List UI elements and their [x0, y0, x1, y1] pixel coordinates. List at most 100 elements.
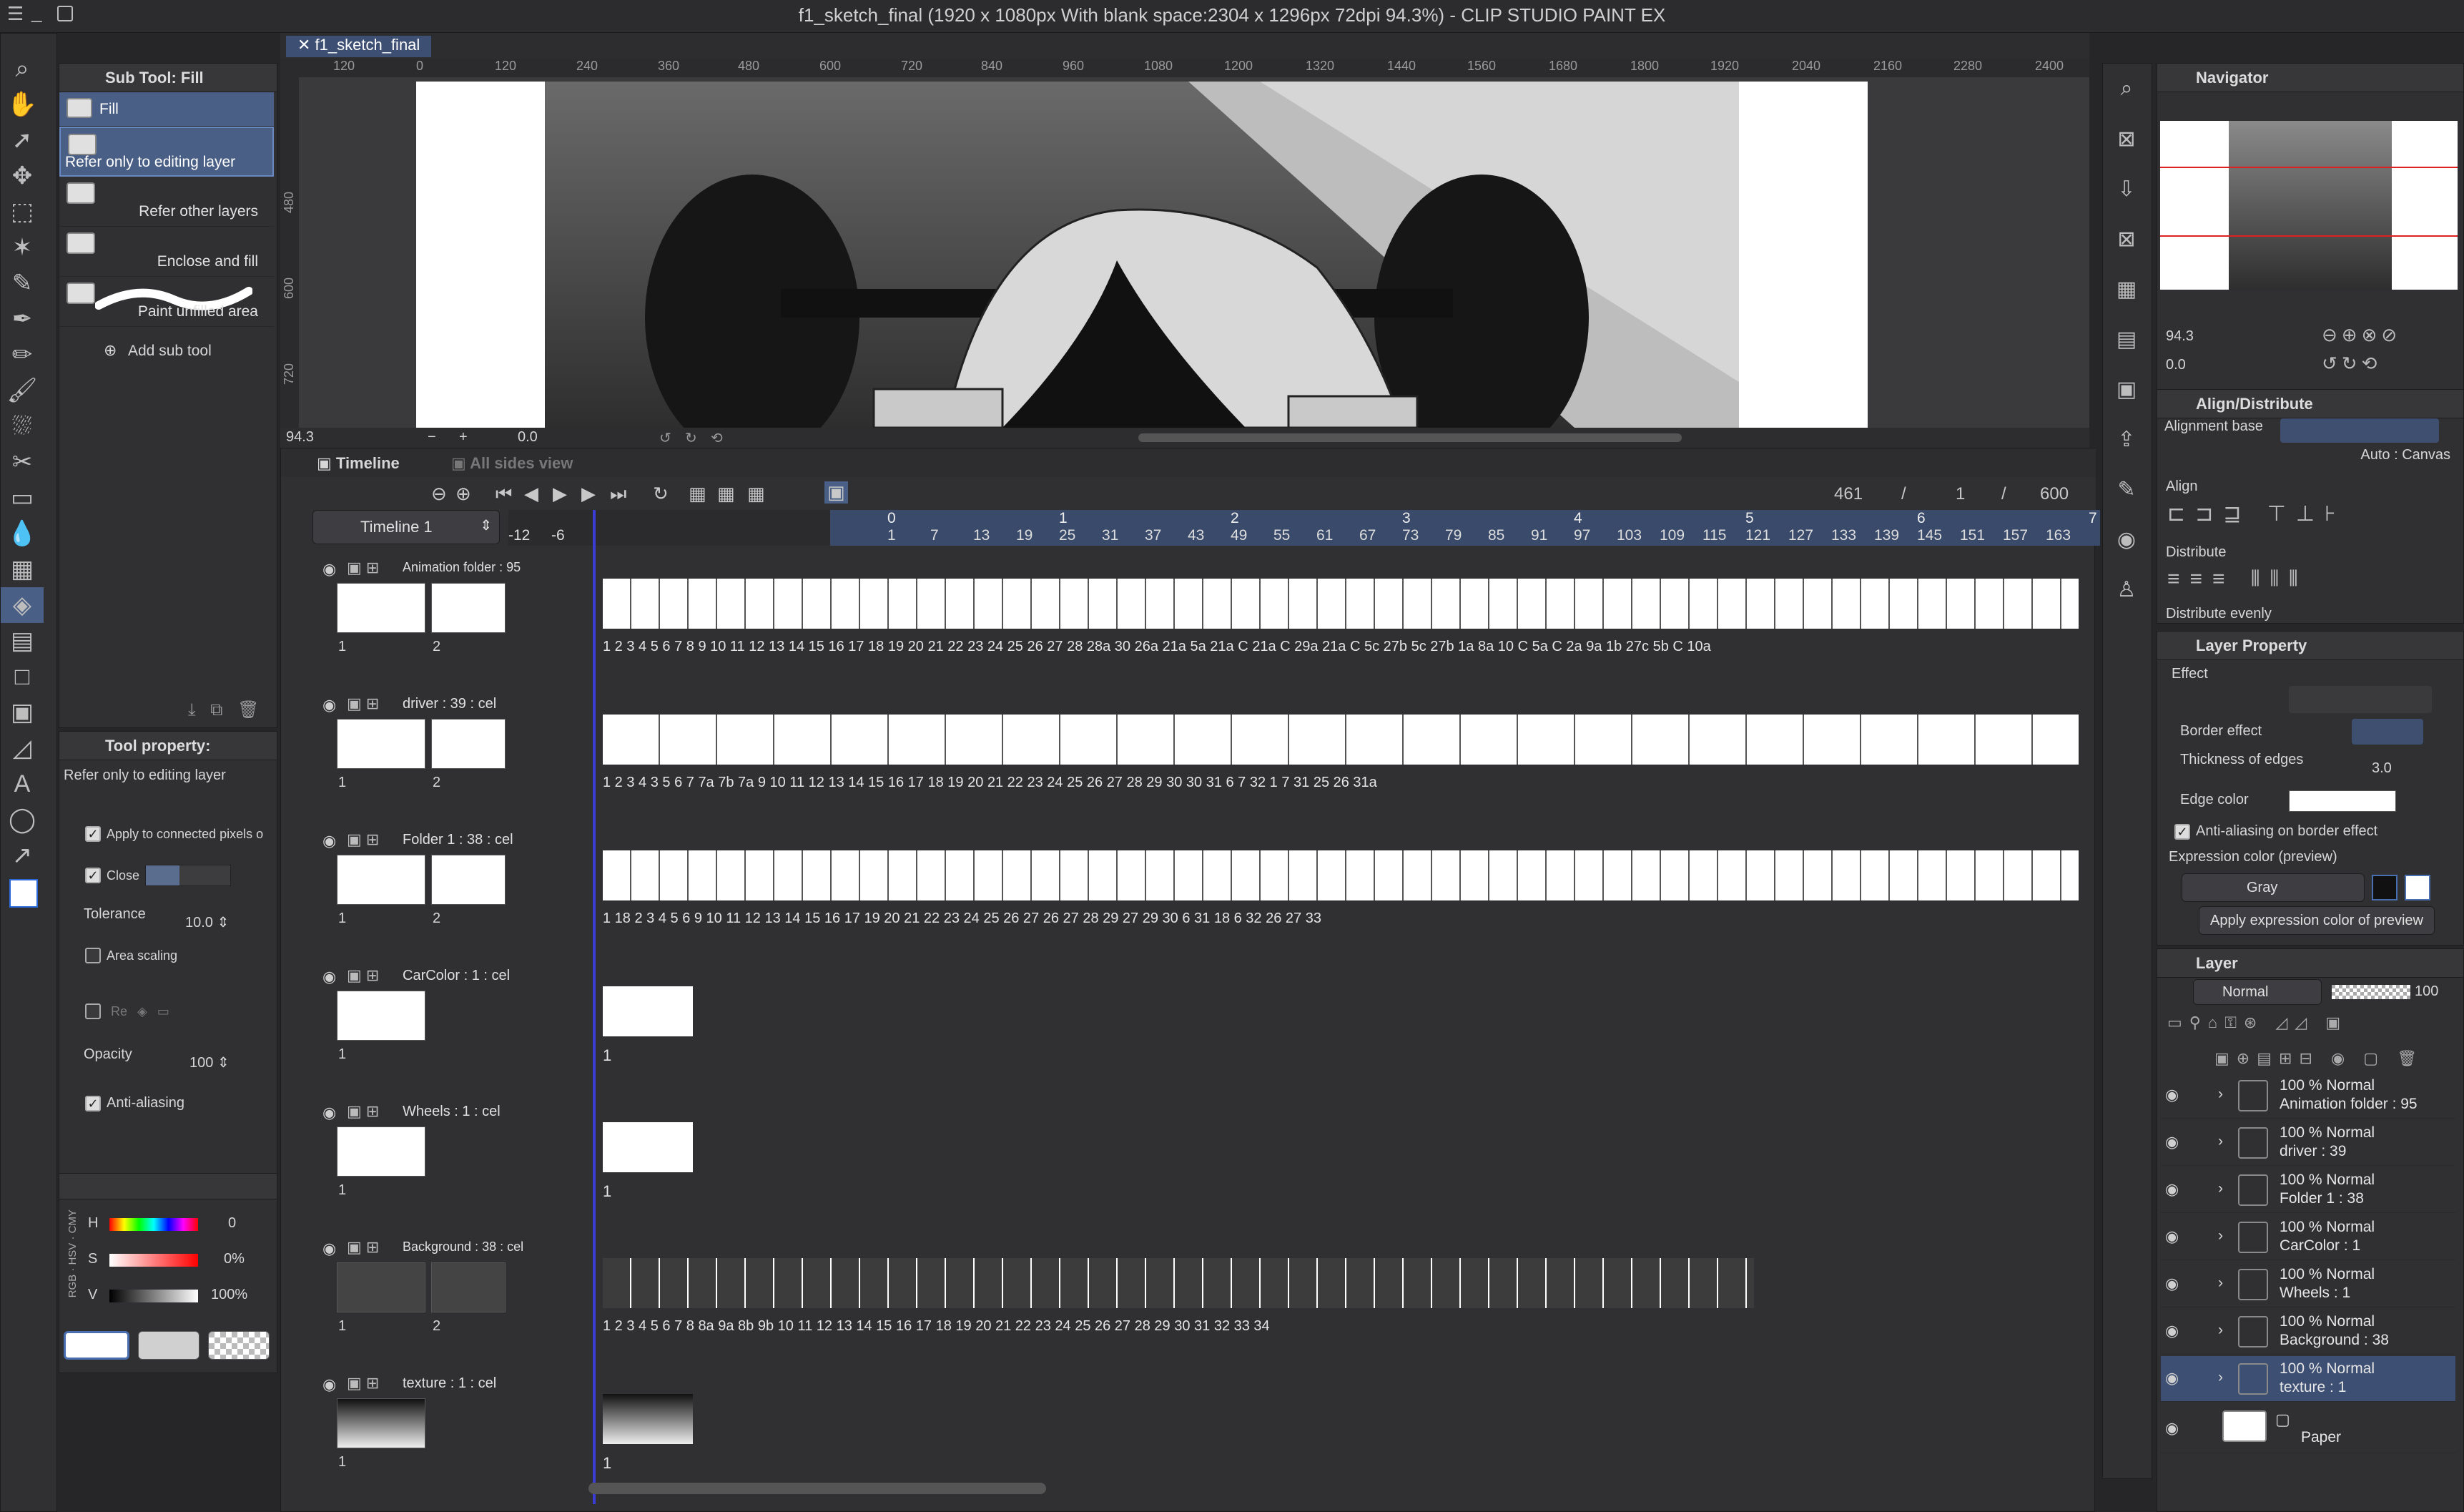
navigator-zoom-value[interactable]: 94.3 [2166, 328, 2194, 345]
timeline-tab[interactable]: ▣ Timeline [317, 454, 400, 473]
checkbox-checked[interactable]: ✓ [85, 868, 101, 883]
black-color-chip[interactable] [2372, 875, 2398, 900]
eyedropper-icon[interactable]: ✎ [1, 265, 44, 301]
camera-icon[interactable]: ◉ [2110, 523, 2143, 556]
expression-color-dropdown[interactable]: Gray [2182, 873, 2365, 902]
cel-thumbnail[interactable] [337, 855, 425, 905]
blend-tool-icon[interactable]: 💧 [1, 516, 44, 551]
transparent-color-chip[interactable] [208, 1331, 270, 1360]
distribute-buttons[interactable]: ≡≡≡ ⫴⫴⫴ [2167, 567, 2308, 591]
rotate-left-icon[interactable]: ↺ [659, 429, 671, 447]
expand-icon[interactable]: › [2218, 1322, 2223, 1339]
eye-icon[interactable]: ◉ [322, 560, 336, 579]
mesh-icon[interactable]: ▦ [1, 551, 44, 587]
track-header[interactable]: ◉ ▣ ⊞ Background : 38 : cel 1 2 [312, 1229, 523, 1365]
layer-ref-icon[interactable]: ◈ [137, 1004, 147, 1019]
fill-tool-icon[interactable]: ◈ [1, 587, 44, 623]
close-gap-levels[interactable] [145, 865, 232, 886]
onion-skin-icon[interactable]: ▣ [824, 481, 848, 504]
frame-icon[interactable]: ▣ [2110, 373, 2143, 406]
layer-opacity-value[interactable]: 100 [2415, 983, 2438, 1000]
saturation-value[interactable]: 0% [224, 1251, 245, 1267]
layer-item[interactable]: ◉ › 100 % Normal Animation folder : 95 [2161, 1073, 2455, 1119]
white-color-chip[interactable] [2405, 875, 2430, 900]
timeline-scrollbar[interactable] [588, 1483, 1046, 1494]
expand-icon[interactable]: › [2218, 1227, 2223, 1245]
view-frame[interactable] [2160, 235, 2458, 237]
track-row[interactable]: ◉ ▣ ⊞ Background : 38 : cel 1 2 1 2 3 4 … [312, 1229, 2093, 1365]
new-cel-icon[interactable]: ▦ [689, 483, 706, 505]
expand-icon[interactable]: › [2218, 1180, 2223, 1197]
close-doc-icon[interactable]: ⊠ [2110, 122, 2143, 155]
cel-thumbnail[interactable] [431, 583, 506, 633]
opacity-field[interactable]: 100 ⇕ [189, 1054, 230, 1071]
sub-color-chip[interactable] [138, 1331, 199, 1360]
navigator-zoom-buttons[interactable]: ⊖⊕⊗⊘ [2322, 324, 2401, 346]
cel-strip[interactable] [603, 1258, 1754, 1308]
cel-thumbnail[interactable] [431, 1262, 506, 1312]
hue-value[interactable]: 0 [228, 1215, 236, 1232]
layer-item[interactable]: ◉ › 100 % Normal Folder 1 : 38 [2161, 1167, 2455, 1213]
canvas-angle-value[interactable]: 0.0 [518, 429, 538, 446]
expand-icon[interactable]: › [2218, 1086, 2223, 1103]
folder-ref-icon[interactable]: ▭ [157, 1004, 169, 1019]
expand-icon[interactable]: › [2218, 1369, 2223, 1386]
edge-color-swatch[interactable] [2289, 790, 2396, 812]
subtool-fill[interactable]: Fill [59, 92, 274, 127]
eye-icon[interactable]: ◉ [2165, 1086, 2179, 1104]
balloon-icon[interactable]: ◯ [1, 802, 44, 838]
rotate-right-icon[interactable]: ↻ [685, 429, 697, 447]
layer-item[interactable]: ◉ › 100 % Normal Background : 38 [2161, 1309, 2455, 1355]
checkbox-unchecked[interactable] [85, 1003, 101, 1019]
track-header[interactable]: ◉ ▣ ⊞ texture : 1 : cel 1 [312, 1365, 514, 1501]
checkbox-checked[interactable]: ✓ [2174, 823, 2190, 840]
track-row[interactable]: ◉ ▣ ⊞ Folder 1 : 38 : cel 1 2 1 18 2 3 4… [312, 822, 2093, 958]
zoom-tool-icon[interactable]: ⌕ [1, 51, 44, 87]
main-color-swatch[interactable] [9, 879, 38, 908]
track-header[interactable]: ◉ ▣ ⊞ Animation folder : 95 1 2 [312, 550, 521, 686]
track-row[interactable]: ◉ ▣ ⊞ texture : 1 : cel 1 1 [312, 1365, 2093, 1501]
eye-icon[interactable]: ◉ [2165, 1275, 2179, 1293]
layer-item-selected[interactable]: ◉ › 100 % Normal texture : 1 [2161, 1356, 2455, 1402]
layer-item[interactable]: ◉ › 100 % Normal Wheels : 1 [2161, 1262, 2455, 1307]
track-header[interactable]: ◉ ▣ ⊞ Folder 1 : 38 : cel 1 2 [312, 822, 514, 958]
current-frame-value[interactable]: 461 [1834, 484, 1863, 504]
subtool-refer-other[interactable]: Refer other layers [59, 177, 274, 227]
subtool-enclose-fill[interactable]: Enclose and fill [59, 227, 274, 277]
move-layer-icon[interactable]: ✥ [1, 158, 44, 194]
value-value[interactable]: 100% [211, 1287, 247, 1303]
saturation-slider[interactable] [109, 1254, 198, 1267]
cel-thumbnail[interactable] [337, 1126, 425, 1177]
blend-mode-dropdown[interactable]: Normal [2193, 979, 2322, 1005]
layer-actions[interactable]: ▣⊕▤⊞⊟ ◉ ▢ 🗑 [2214, 1049, 2424, 1068]
value-slider[interactable] [109, 1290, 198, 1302]
eye-icon[interactable]: ◉ [2165, 1180, 2179, 1199]
navigator-preview[interactable] [2160, 121, 2458, 290]
cmy-tab[interactable]: CMY [66, 1209, 79, 1233]
checkbox-checked[interactable]: ✓ [85, 826, 101, 842]
frame-border-icon[interactable]: ▣ [1, 694, 44, 730]
layer-icon[interactable]: ▤ [2110, 323, 2143, 355]
copy-icon[interactable]: ⧉ [210, 700, 222, 720]
zoom-in-timeline-icon[interactable]: ⊕ [455, 483, 471, 505]
layer-toolbar[interactable]: ▭⚲⌂⚿⊛ ◿◿ ▣ [2167, 1013, 2347, 1032]
grid-icon[interactable]: ▦ [2110, 273, 2143, 305]
effect-buttons[interactable] [2289, 686, 2432, 713]
zoom-out-timeline-icon[interactable]: ⊖ [431, 483, 447, 505]
navigator-angle-value[interactable]: 0.0 [2166, 357, 2186, 373]
alignment-base-buttons[interactable] [2280, 418, 2439, 443]
eye-icon[interactable]: ◉ [322, 968, 336, 986]
import-icon[interactable]: ⇩ [2110, 172, 2143, 205]
assign-cel-icon[interactable]: ▦ [717, 483, 735, 505]
cel-strip[interactable] [603, 715, 2079, 765]
airbrush-icon[interactable]: ⛆ [1, 408, 44, 444]
eye-icon[interactable]: ◉ [322, 832, 336, 850]
eye-icon[interactable]: ◉ [322, 1239, 336, 1258]
next-frame-icon[interactable]: ▶ [581, 483, 596, 505]
track-header[interactable]: ◉ ▣ ⊞ CarColor : 1 : cel 1 [312, 958, 514, 1094]
eye-icon[interactable]: ◉ [2165, 1419, 2179, 1438]
zoom-in-icon[interactable]: + [459, 429, 468, 446]
track-row[interactable]: ◉ ▣ ⊞ driver : 39 : cel 1 2 1 2 3 4 3 5 … [312, 686, 2093, 822]
reset-rotation-icon[interactable]: ⟲ [711, 429, 723, 447]
view-frame[interactable] [2160, 167, 2458, 168]
